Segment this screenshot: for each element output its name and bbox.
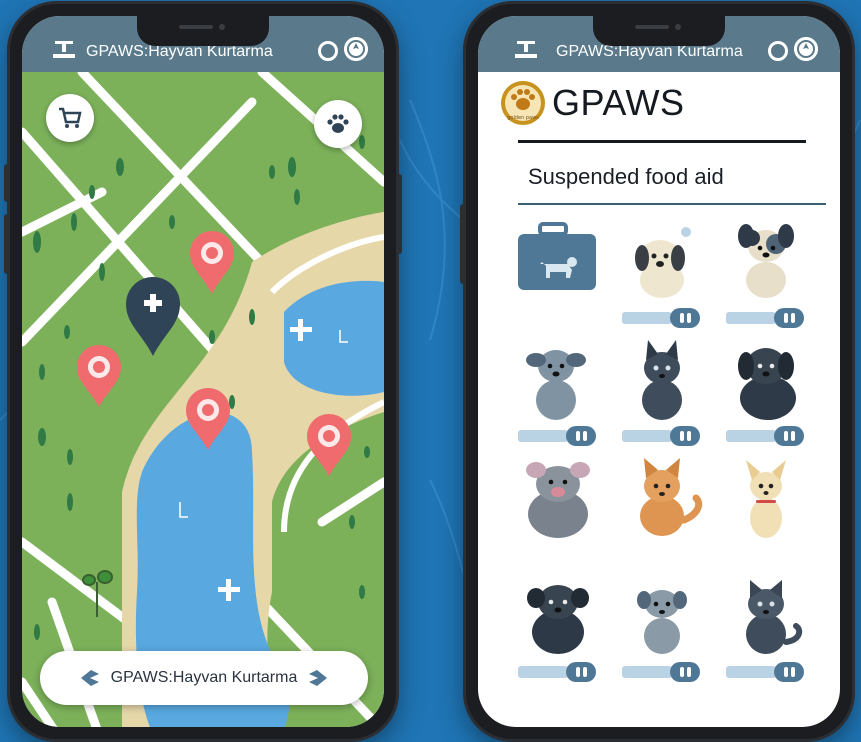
dark-cat-icon (642, 340, 682, 420)
divider (518, 140, 806, 143)
upload-tray-icon[interactable] (514, 40, 538, 60)
animal-card[interactable] (612, 454, 712, 580)
slate-puppy-icon (637, 590, 687, 654)
right-phone: GPAWS:Hayvan Kurtarma golden paws GPAWS … (460, 4, 852, 739)
brand-name: GPAWS (552, 82, 685, 123)
forward-arrow-icon[interactable] (307, 668, 329, 688)
grey-puppy-icon (526, 350, 586, 420)
grey-cat-icon (746, 580, 803, 654)
animal-card[interactable] (716, 572, 816, 698)
upload-tray-icon[interactable] (52, 40, 76, 60)
compass-icon[interactable] (794, 37, 818, 61)
animal-card[interactable] (508, 336, 608, 462)
animal-card[interactable] (508, 218, 608, 344)
animal-card[interactable] (716, 454, 816, 580)
black-puppy-icon (527, 585, 589, 654)
animal-card[interactable] (612, 572, 712, 698)
animal-card[interactable] (612, 336, 712, 462)
power-button (396, 174, 402, 254)
golden-paws-logo: golden paws (501, 81, 545, 125)
animal-card[interactable] (508, 454, 608, 580)
ring-icon[interactable] (318, 41, 338, 61)
paw-icon (327, 114, 349, 133)
brand-header: golden paws GPAWS (500, 80, 685, 126)
animal-card[interactable] (716, 218, 816, 344)
rescue-map[interactable] (22, 72, 384, 727)
volume-button (460, 204, 466, 284)
volume-button (4, 214, 10, 274)
back-arrow-icon[interactable] (79, 668, 101, 688)
left-screen: GPAWS:Hayvan Kurtarma GPAWS:Hayvan Kurta… (22, 16, 384, 727)
animal-card[interactable] (716, 336, 816, 462)
black-dog-icon (738, 348, 796, 420)
first-aid-kit-icon (518, 222, 596, 290)
animal-card[interactable] (508, 572, 608, 698)
notch (137, 16, 269, 46)
left-phone: GPAWS:Hayvan Kurtarma GPAWS:Hayvan Kurta… (4, 4, 402, 739)
divider (518, 203, 826, 205)
cart-icon (59, 107, 82, 128)
animal-card[interactable] (612, 218, 712, 344)
spotted-puppy-icon (738, 224, 794, 298)
grey-mouse-icon (526, 462, 590, 538)
right-screen: GPAWS:Hayvan Kurtarma golden paws GPAWS … (478, 16, 840, 727)
svg-text:golden paws: golden paws (507, 115, 539, 121)
paw-button[interactable] (314, 100, 362, 148)
volume-button (4, 164, 10, 202)
orange-fox-icon (640, 458, 703, 536)
cart-button[interactable] (46, 94, 94, 142)
bottom-nav-bar: GPAWS:Hayvan Kurtarma (40, 651, 368, 705)
notch (593, 16, 725, 46)
cream-chihuahua-icon (746, 460, 786, 538)
compass-icon[interactable] (344, 37, 368, 61)
section-title: Suspended food aid (528, 164, 724, 189)
bottom-bar-title: GPAWS:Hayvan Kurtarma (110, 669, 298, 686)
cream-puppy-icon (635, 227, 691, 298)
ring-icon[interactable] (768, 41, 788, 61)
